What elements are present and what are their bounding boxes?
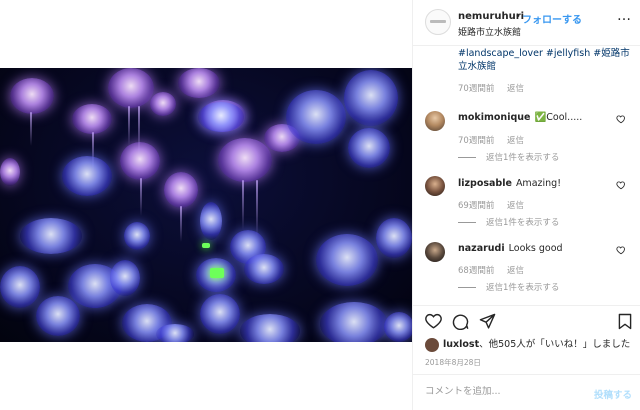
jellyfish [108,68,154,108]
jellyfish [164,172,198,208]
heart-icon[interactable] [616,114,626,124]
caption-reply-button[interactable]: 返信 [507,84,524,94]
caption-meta: 70週間前 返信 [458,82,534,94]
comment-body: ✅Cool..... [534,112,583,123]
comment: lizposable Amazing! [458,178,561,189]
jellyfish [348,128,390,168]
post-image[interactable] [0,68,412,342]
green-light [210,268,224,278]
comment-meta: 70週間前 返信 [458,134,534,146]
jellyfish [156,324,194,342]
jellyfish [344,70,398,126]
tentacle [256,180,258,238]
view-replies-button[interactable]: 返信1件を表示する [458,216,569,228]
jellyfish [10,78,54,114]
post-comment-button[interactable]: 投稿する [594,387,632,401]
bookmark-icon[interactable] [618,313,632,330]
jellyfish [286,90,346,144]
jellyfish [0,266,40,308]
caption-age: 70週間前 [458,84,495,94]
jellyfish [120,142,160,180]
post-sidebar: nemuruhuri • フォローする 姫路市立水族館 … #landscape… [412,0,640,410]
likes-text: 、他505人が「いいね！」しました [479,339,631,350]
jellyfish [200,202,222,240]
comment-age: 69週間前 [458,201,495,211]
view-replies-label: 返信1件を表示する [486,283,560,293]
jellyfish [218,138,272,182]
jellyfish [198,102,244,132]
author-avatar[interactable] [425,9,451,35]
comment-meta: 68週間前 返信 [458,264,534,276]
liker-username[interactable]: luxlost [443,339,479,350]
jellyfish [150,92,176,116]
jellyfish [178,68,220,98]
reply-line [458,287,476,288]
jellyfish [376,218,412,258]
comment-body: Looks good [508,243,563,254]
jellyfish [384,312,412,342]
view-replies-button[interactable]: 返信1件を表示する [458,151,569,163]
comment-bubble-icon[interactable] [452,313,469,330]
comment-username[interactable]: mokimonique [458,112,530,123]
more-options-icon[interactable]: … [617,8,632,24]
comment-reply-button[interactable]: 返信 [507,201,524,211]
post-date[interactable]: 2018年8月28日 [425,357,481,368]
jellyfish [124,222,150,250]
tentacle [30,112,32,146]
commenter-avatar[interactable] [425,176,445,196]
jellyfish [20,218,82,254]
heart-icon[interactable] [616,180,626,190]
jellyfish [110,260,140,296]
view-replies-label: 返信1件を表示する [486,153,560,163]
heart-icon[interactable] [616,245,626,255]
follow-button[interactable]: フォローする [522,11,582,26]
comment-meta: 69週間前 返信 [458,199,534,211]
comment-body: Amazing! [515,178,561,189]
commenter-avatar[interactable] [425,242,445,262]
comment-age: 70週間前 [458,136,495,146]
jellyfish [316,234,378,286]
tentacle [242,180,244,230]
view-replies-button[interactable]: 返信1件を表示する [458,281,569,293]
comment: mokimonique ✅Cool..... [458,112,582,123]
green-light [202,243,210,248]
likes-summary[interactable]: luxlost、他505人が「いいね！」しました [425,336,630,352]
comment-username[interactable]: nazarudi [458,243,505,254]
tentacle [140,178,142,216]
jellyfish [244,254,284,284]
jellyfish [200,294,240,334]
jellyfish [240,314,300,342]
add-comment-bar: 投稿する [413,374,640,410]
jellyfish [320,302,388,342]
jellyfish [36,296,80,336]
comment-age: 68週間前 [458,266,495,276]
liker-avatar [425,337,439,352]
reply-line [458,157,476,158]
jellyfish [0,158,20,186]
comment-input[interactable] [425,386,575,397]
commenter-avatar[interactable] [425,111,445,131]
comments-list[interactable]: #landscape_lover #jellyfish #姫路市立水族館 70週… [413,47,640,305]
action-bar [413,305,640,335]
comment-reply-button[interactable]: 返信 [507,136,524,146]
comment-username[interactable]: lizposable [458,178,512,189]
caption-hashtags[interactable]: #landscape_lover #jellyfish #姫路市立水族館 [458,47,633,73]
jellyfish [72,104,112,134]
post-header: nemuruhuri • フォローする 姫路市立水族館 … [413,0,640,46]
tentacle [180,206,182,242]
location-link[interactable]: 姫路市立水族館 [458,25,521,38]
like-heart-icon[interactable] [425,313,442,329]
comment: nazarudi Looks good [458,243,563,254]
tentacle [128,106,130,146]
tentacle [138,106,140,156]
jellyfish [62,156,112,196]
reply-line [458,222,476,223]
view-replies-label: 返信1件を表示する [486,218,560,228]
comment-reply-button[interactable]: 返信 [507,266,524,276]
separator-dot: • [515,11,521,22]
share-icon[interactable] [479,313,496,330]
